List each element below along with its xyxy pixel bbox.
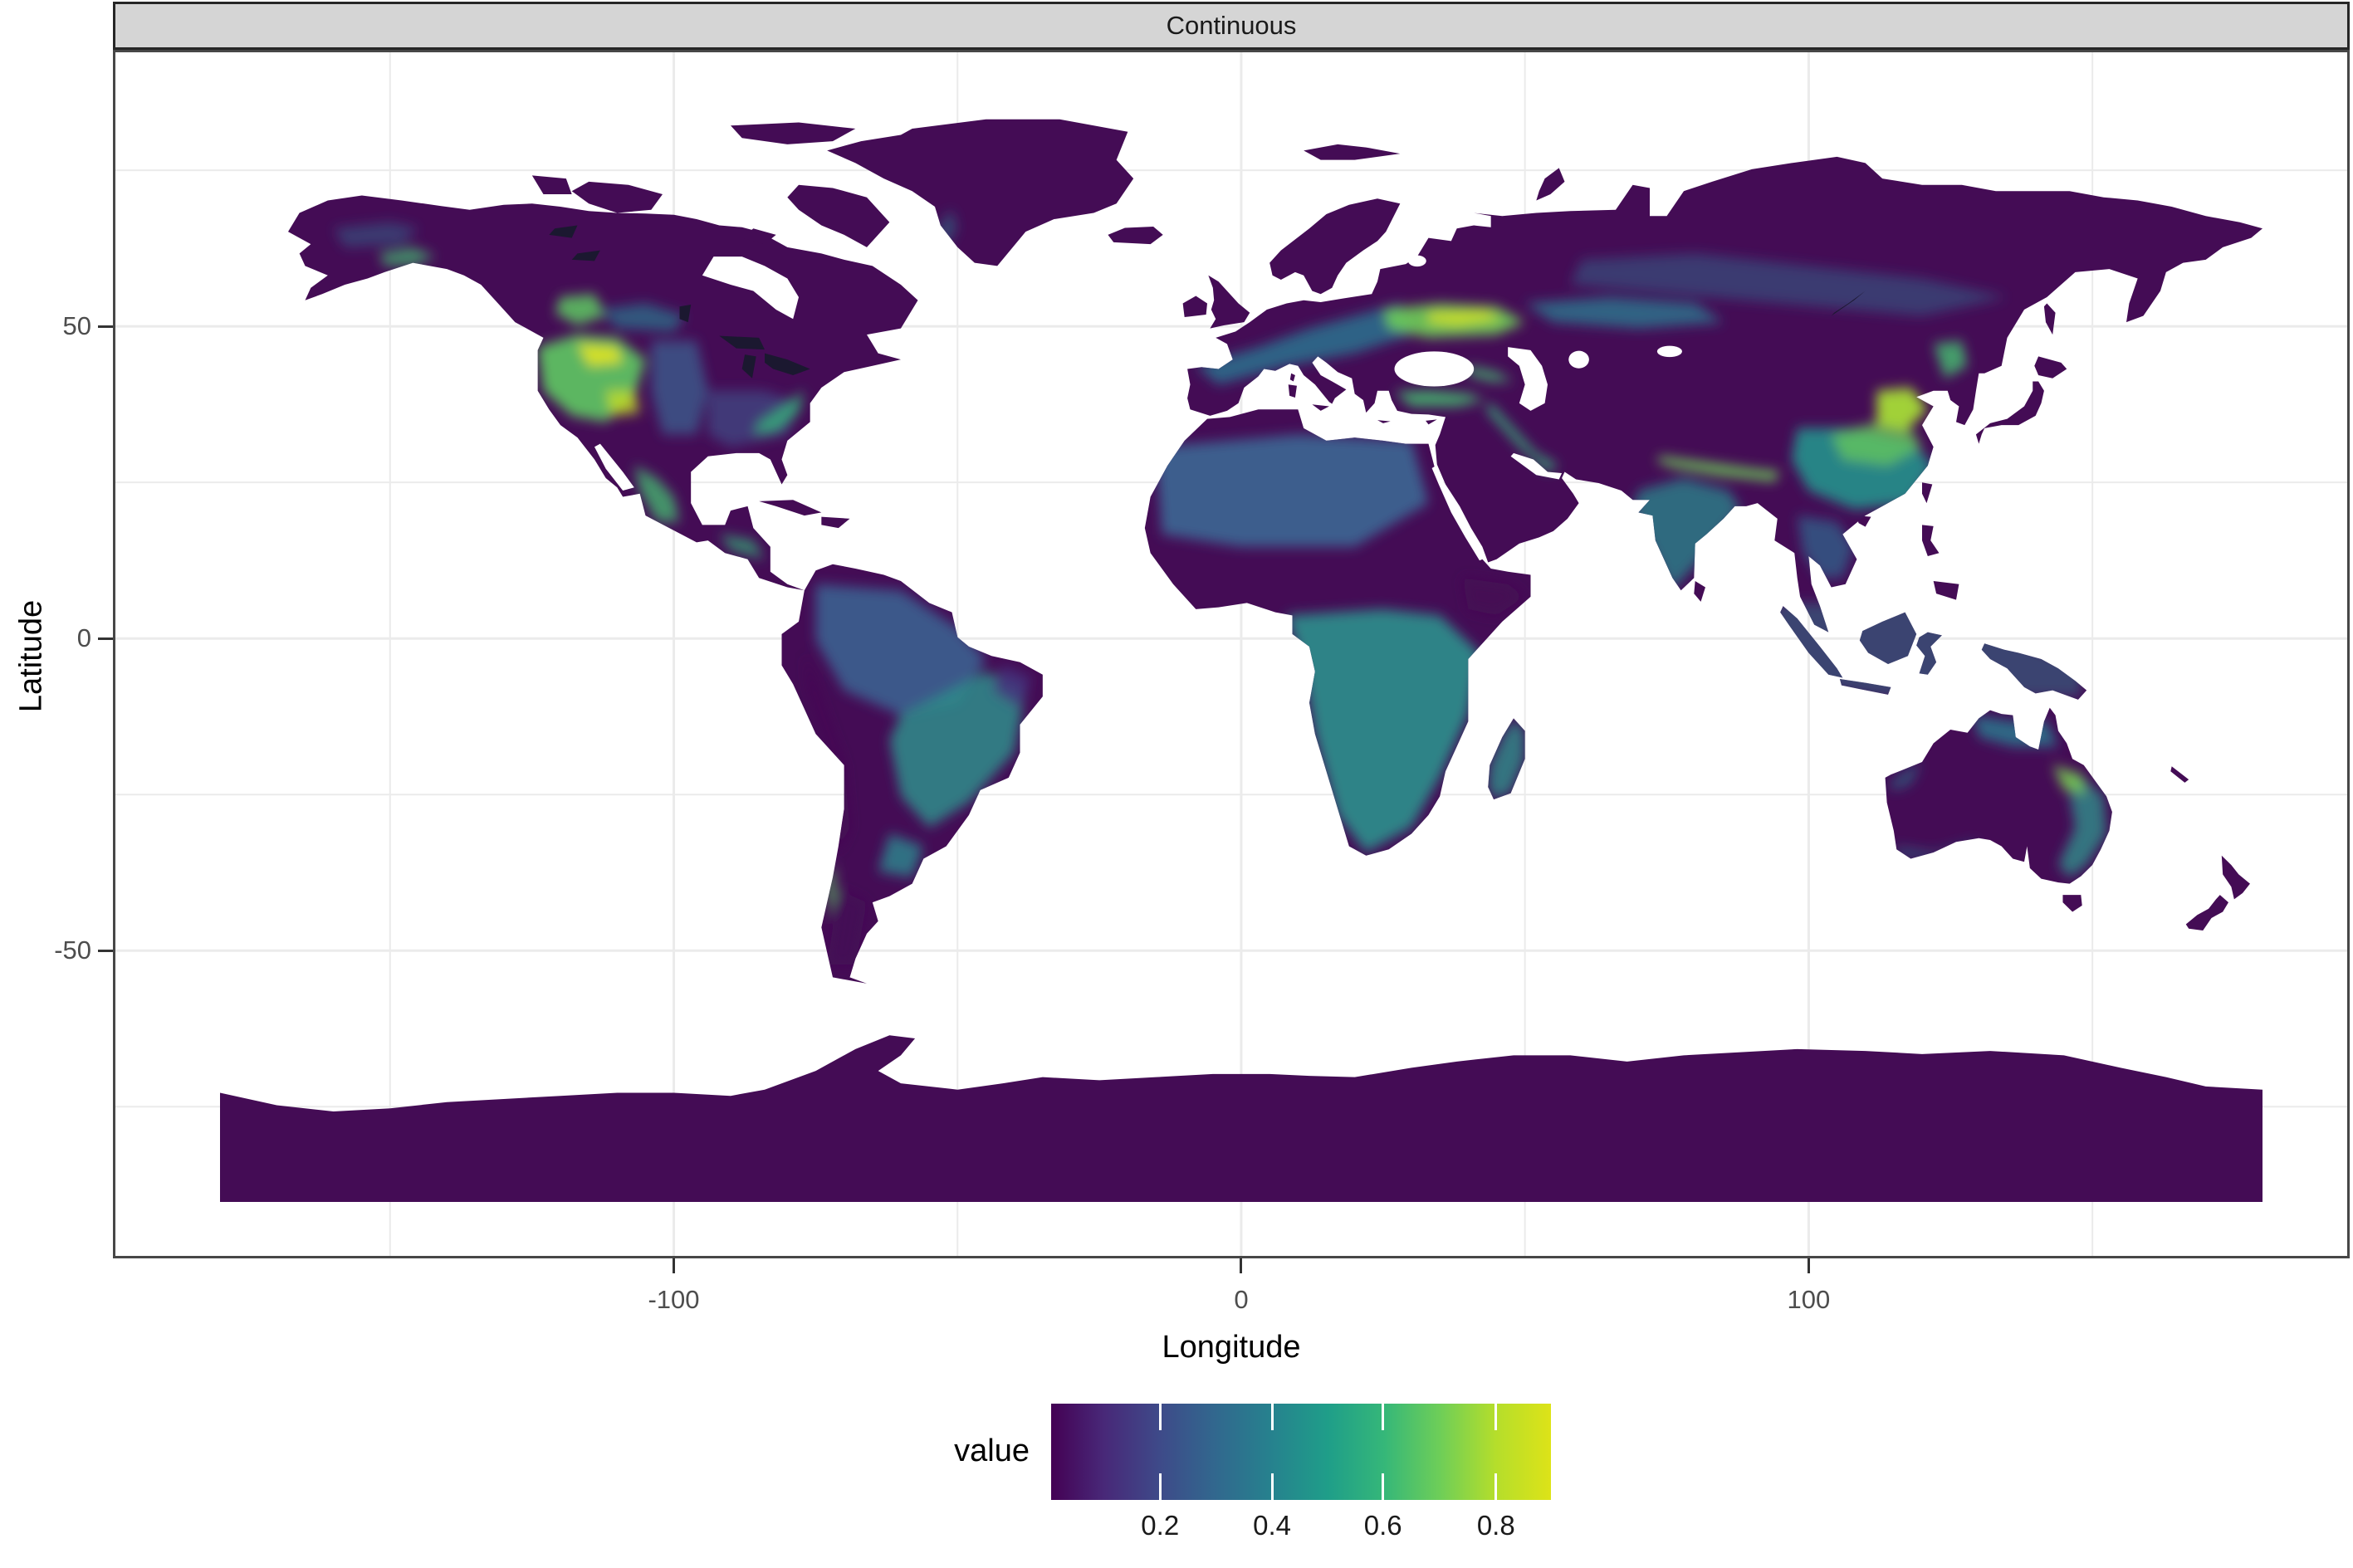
legend-tick-bottom: [1158, 1473, 1162, 1500]
x-axis-tick: [1807, 1258, 1810, 1273]
landmass-base: [220, 119, 2262, 1202]
legend-tick-bottom: [1270, 1473, 1274, 1500]
y-axis-tick: [98, 325, 113, 328]
legend-tick-label: 0.4: [1253, 1510, 1292, 1541]
facet-strip: Continuous: [113, 2, 2350, 50]
legend-tick-top: [1158, 1404, 1162, 1430]
y-axis-tick: [98, 637, 113, 640]
x-axis-tick-label: -100: [648, 1285, 700, 1314]
figure: Continuous -100 0 100 50 0 -50 Longitude…: [0, 0, 2353, 1568]
x-axis-tick-label: 100: [1787, 1285, 1831, 1314]
x-axis-tick: [673, 1258, 675, 1273]
legend-tick-top: [1494, 1404, 1498, 1430]
legend-tick-top: [1270, 1404, 1274, 1430]
x-axis-tick: [1240, 1258, 1243, 1273]
x-axis-tick-label: 0: [1234, 1285, 1249, 1314]
x-axis-title: Longitude: [1162, 1330, 1301, 1365]
world-raster-map: [220, 119, 2262, 1202]
legend-tick-label: 0.2: [1141, 1510, 1180, 1541]
y-axis-title: Latitude: [13, 599, 49, 713]
legend-tick-label: 0.6: [1363, 1510, 1402, 1541]
plot-panel: [113, 50, 2350, 1258]
legend-title: value: [954, 1434, 1030, 1468]
y-axis-tick: [98, 949, 113, 952]
legend-tick-bottom: [1382, 1473, 1385, 1500]
legend-tick-label: 0.8: [1476, 1510, 1515, 1541]
legend-colorbar: [1051, 1404, 1551, 1500]
facet-strip-title: Continuous: [1166, 11, 1297, 40]
legend-tick-top: [1382, 1404, 1385, 1430]
legend-tick-bottom: [1494, 1473, 1498, 1500]
